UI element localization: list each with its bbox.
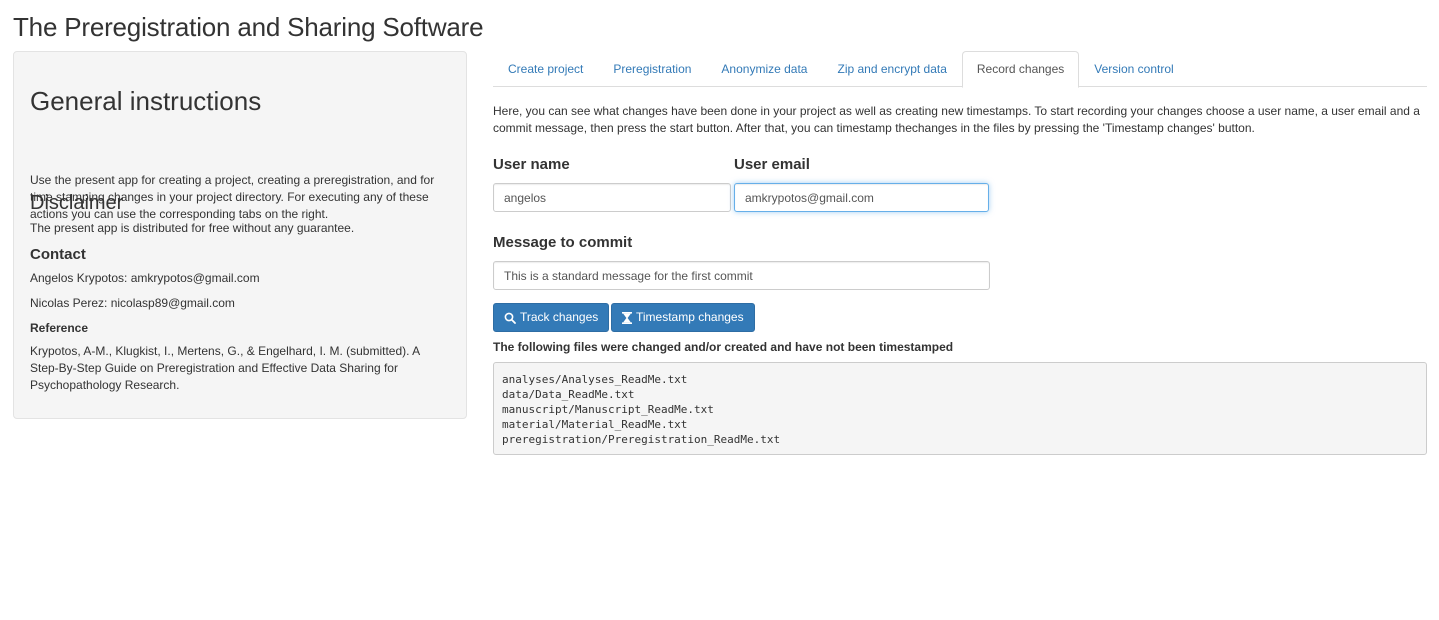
tab-create-project[interactable]: Create project <box>493 51 598 87</box>
tab-preregistration[interactable]: Preregistration <box>598 51 706 87</box>
message-label: Message to commit <box>493 234 633 251</box>
tab-record-changes[interactable]: Record changes <box>961 51 1080 88</box>
reference-heading: Reference <box>30 321 89 335</box>
changed-file-line: analyses/Analyses_ReadMe.txt <box>502 373 688 386</box>
disclaimer-heading: Disclaimer <box>30 192 124 214</box>
general-instructions-heading: General instructions <box>30 86 262 116</box>
track-changes-button[interactable]: Track changes <box>493 303 610 332</box>
disclaimer-text: The present app is distributed for free … <box>30 221 355 235</box>
tab-zip-encrypt-data[interactable]: Zip and encrypt data <box>822 51 961 87</box>
tab-bar: Create project Preregistration Anonymize… <box>493 51 1427 88</box>
user-name-input[interactable] <box>493 183 731 212</box>
changed-file-line: material/Material_ReadMe.txt <box>502 418 688 431</box>
changed-file-line: manuscript/Manuscript_ReadMe.txt <box>502 403 714 416</box>
search-icon <box>504 312 516 324</box>
changed-files-heading: The following files were changed and/or … <box>493 340 954 354</box>
contact-nicolas: Nicolas Perez: nicolasp89@gmail.com <box>30 296 235 310</box>
timestamp-changes-label: Timestamp changes <box>636 310 744 324</box>
user-email-input[interactable] <box>734 183 989 212</box>
sidebar-panel: General instructions Use the present app… <box>13 51 467 419</box>
changed-files-output: analyses/Analyses_ReadMe.txt data/Data_R… <box>493 362 1427 455</box>
contact-heading: Contact <box>30 246 86 263</box>
user-name-label: User name <box>493 156 570 173</box>
changed-file-line: data/Data_ReadMe.txt <box>502 388 635 401</box>
app-title: The Preregistration and Sharing Software <box>13 12 484 42</box>
commit-message-input[interactable] <box>493 261 990 290</box>
tab-anonymize-data[interactable]: Anonymize data <box>706 51 822 87</box>
contact-angelos: Angelos Krypotos: amkrypotos@gmail.com <box>30 271 260 285</box>
record-changes-intro: Here, you can see what changes have been… <box>493 104 1420 135</box>
changed-file-line: preregistration/Preregistration_ReadMe.t… <box>502 433 781 446</box>
track-changes-label: Track changes <box>520 310 599 324</box>
reference-text: Krypotos, A-M., Klugkist, I., Mertens, G… <box>30 344 420 392</box>
timestamp-changes-button[interactable]: Timestamp changes <box>611 303 755 332</box>
tab-version-control[interactable]: Version control <box>1079 51 1188 87</box>
user-email-label: User email <box>734 156 810 173</box>
hourglass-icon <box>622 311 632 324</box>
